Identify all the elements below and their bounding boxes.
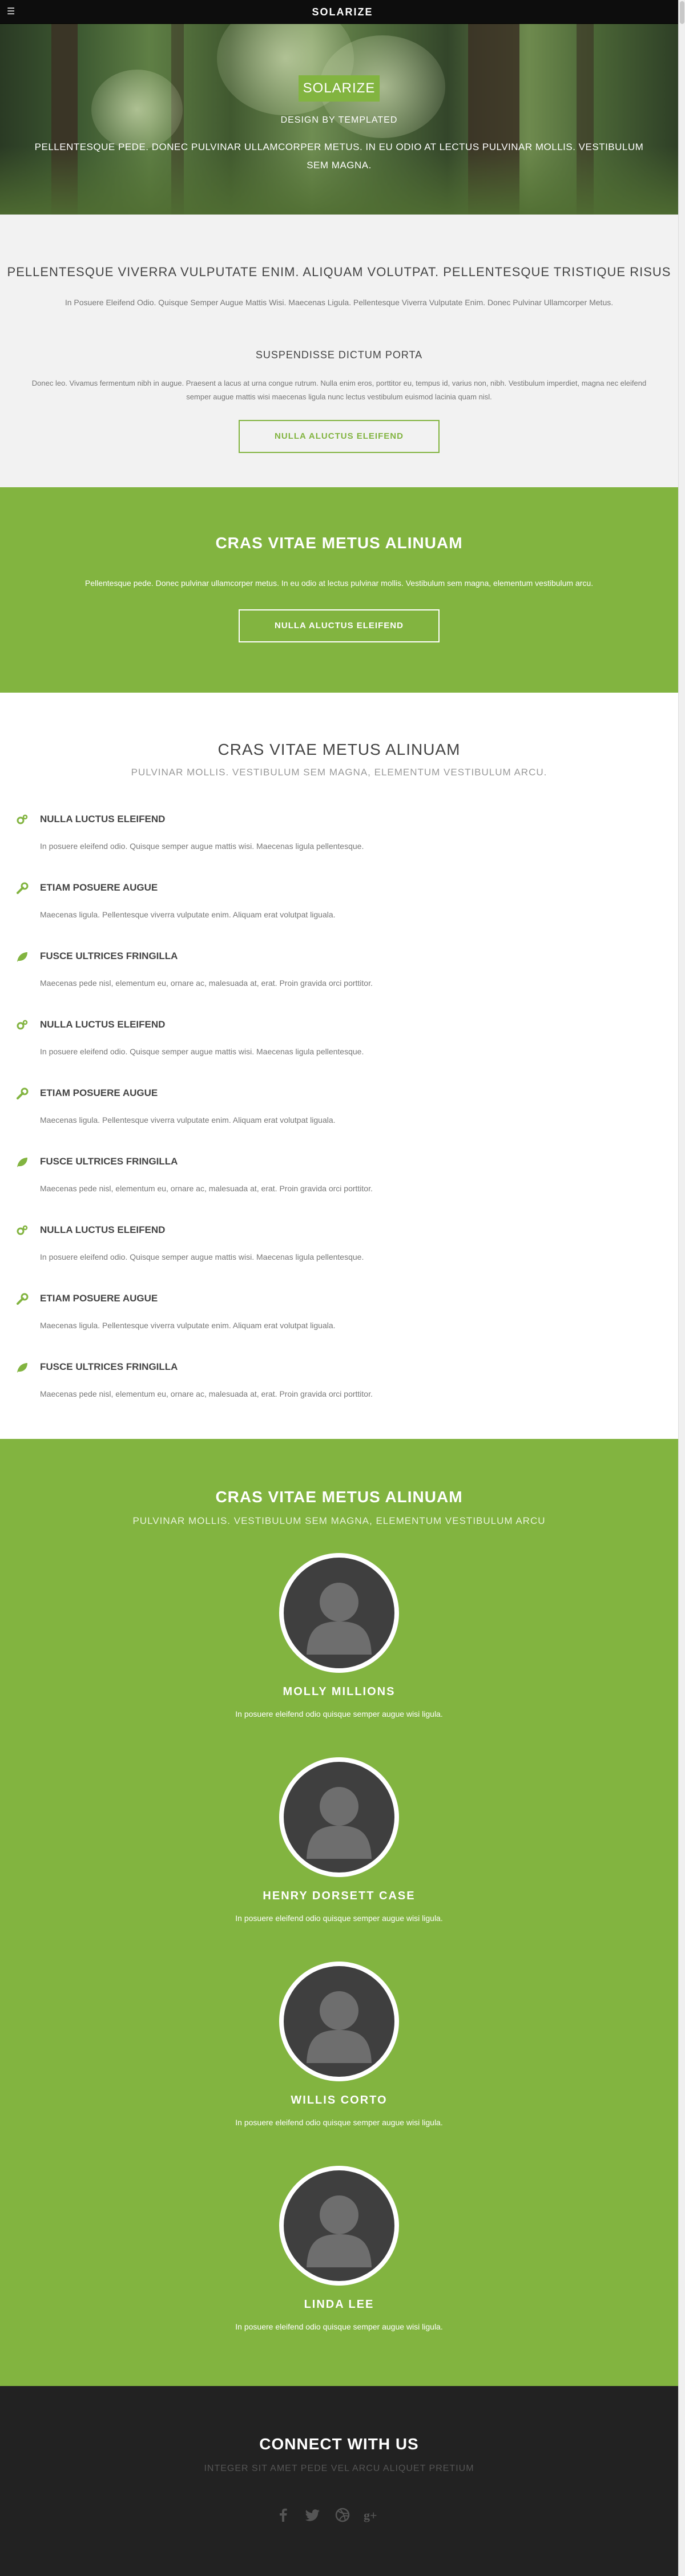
member-name: WILLIS CORTO (291, 2094, 388, 2106)
feature-title: NULLA LUCTUS ELEIFEND (40, 1224, 166, 1235)
avatar (279, 1757, 399, 1877)
wrench-icon (17, 1087, 29, 1099)
user-silhouette-icon (307, 1787, 372, 1859)
intro-subtext: In Posuere Eleifend Odio. Quisque Semper… (65, 298, 614, 307)
feature-text: Maecenas pede nisl, elementum eu, ornare… (40, 1389, 373, 1398)
member-name: LINDA LEE (304, 2298, 374, 2311)
leaf-icon (17, 1363, 27, 1373)
wrench-icon (17, 882, 29, 894)
feature-item: ETIAM POSUERE AUGUE Maecenas ligula. Pel… (16, 1086, 644, 1143)
leaf-icon (17, 1158, 27, 1167)
avatar (279, 1553, 399, 1673)
cogs-icon (17, 1225, 28, 1235)
scrollbar-thumb[interactable] (680, 1, 684, 24)
feature-item: FUSCE ULTRICES FRINGILLA Maecenas pede n… (16, 1360, 644, 1417)
cta-text: Pellentesque pede. Donec pulvinar ullamc… (84, 579, 594, 588)
feature-item: ETIAM POSUERE AUGUE Maecenas ligula. Pel… (16, 881, 644, 938)
feature-item: NULLA LUCTUS ELEIFEND In posuere eleifen… (16, 1018, 644, 1075)
team-member: MOLLY MILLIONS In posuere eleifend odio … (0, 1553, 678, 1747)
feature-item: ETIAM POSUERE AUGUE Maecenas ligula. Pel… (16, 1292, 644, 1349)
features-section: CRAS VITAE METUS ALINUAM PULVINAR MOLLIS… (0, 693, 678, 1439)
avatar (279, 2166, 399, 2286)
member-text: In posuere eleifend odio quisque semper … (235, 2322, 443, 2331)
feature-title: NULLA LUCTUS ELEIFEND (40, 1019, 166, 1030)
cta-section: CRAS VITAE METUS ALINUAM Pellentesque pe… (0, 487, 678, 693)
facebook-icon[interactable] (273, 2505, 293, 2525)
feature-item: NULLA LUCTUS ELEIFEND In posuere eleifen… (16, 1223, 644, 1280)
feature-text: In posuere eleifend odio. Quisque semper… (40, 1252, 364, 1261)
feature-title: ETIAM POSUERE AUGUE (40, 882, 158, 893)
member-name: HENRY DORSETT CASE (263, 1890, 416, 1902)
cogs-icon (17, 814, 28, 824)
user-silhouette-icon (307, 1991, 372, 2063)
avatar (279, 1962, 399, 2081)
feature-title: FUSCE ULTRICES FRINGILLA (40, 1156, 178, 1167)
team-subheading: PULVINAR MOLLIS. VESTIBULUM SEM MAGNA, E… (132, 1515, 546, 1526)
hero-banner: SOLARIZE DESIGN BY TEMPLATED PELLENTESQU… (0, 24, 678, 215)
intro-section: PELLENTESQUE VIVERRA VULPUTATE ENIM. ALI… (0, 215, 678, 487)
intro-subsection-text: Donec leo. Vivamus fermentum nibh in aug… (31, 379, 647, 401)
footer: CONNECT WITH US INTEGER SIT AMET PEDE VE… (0, 2386, 678, 2576)
features-subheading: PULVINAR MOLLIS. VESTIBULUM SEM MAGNA, E… (131, 767, 547, 778)
page: ☰ SOLARIZE SOLARIZE DESIGN BY TEMPLATED … (0, 0, 685, 2576)
hero-light-spot (91, 70, 183, 149)
feature-title: FUSCE ULTRICES FRINGILLA (40, 1361, 178, 1372)
feature-item: FUSCE ULTRICES FRINGILLA Maecenas pede n… (16, 1155, 644, 1212)
wrench-icon (17, 1293, 29, 1305)
top-navbar: ☰ SOLARIZE (0, 0, 685, 24)
team-member: HENRY DORSETT CASE In posuere eleifend o… (0, 1757, 678, 1951)
feature-item: FUSCE ULTRICES FRINGILLA Maecenas pede n… (16, 949, 644, 1006)
hero-blurb: PELLENTESQUE PEDE. DONEC PULVINAR ULLAMC… (34, 141, 644, 171)
team-member: WILLIS CORTO In posuere eleifend odio qu… (0, 1962, 678, 2156)
cta-button[interactable]: NULLA ALUCTUS ELEIFEND (239, 609, 440, 642)
svg-text:g+: g+ (364, 2508, 377, 2522)
member-text: In posuere eleifend odio quisque semper … (235, 1709, 443, 1718)
page-scrollbar[interactable] (678, 0, 685, 2576)
member-text: In posuere eleifend odio quisque semper … (235, 2118, 443, 2127)
feature-title: ETIAM POSUERE AUGUE (40, 1087, 158, 1098)
feature-text: Maecenas pede nisl, elementum eu, ornare… (40, 1184, 373, 1193)
footer-subtext: INTEGER SIT AMET PEDE VEL ARCU ALIQUET P… (204, 2464, 474, 2473)
dribbble-icon[interactable] (332, 2505, 353, 2525)
hero-logo: SOLARIZE (299, 75, 380, 102)
feature-text: Maecenas pede nisl, elementum eu, ornare… (40, 978, 373, 988)
google-plus-icon[interactable]: g+ (362, 2505, 382, 2525)
navbar-brand[interactable]: SOLARIZE (0, 0, 685, 24)
leaf-icon (17, 952, 27, 962)
features-heading: CRAS VITAE METUS ALINUAM (217, 741, 461, 758)
cta-heading: CRAS VITAE METUS ALINUAM (215, 534, 463, 552)
footer-heading: CONNECT WITH US (259, 2435, 419, 2453)
feature-text: Maecenas ligula. Pellentesque viverra vu… (40, 1115, 336, 1125)
intro-heading: PELLENTESQUE VIVERRA VULPUTATE ENIM. ALI… (7, 265, 671, 279)
team-section: CRAS VITAE METUS ALINUAM PULVINAR MOLLIS… (0, 1439, 678, 2386)
feature-text: Maecenas ligula. Pellentesque viverra vu… (40, 910, 336, 919)
cogs-icon (17, 1020, 28, 1030)
feature-title: NULLA LUCTUS ELEIFEND (40, 814, 166, 824)
feature-item: NULLA LUCTUS ELEIFEND In posuere eleifen… (16, 812, 644, 870)
hero-tagline: DESIGN BY TEMPLATED (280, 115, 398, 125)
user-silhouette-icon (307, 1583, 372, 1655)
member-text: In posuere eleifend odio quisque semper … (235, 1914, 443, 1923)
feature-text: In posuere eleifend odio. Quisque semper… (40, 842, 364, 851)
user-silhouette-icon (307, 2195, 372, 2267)
feature-title: FUSCE ULTRICES FRINGILLA (40, 951, 178, 961)
twitter-icon[interactable] (303, 2505, 323, 2525)
feature-title: ETIAM POSUERE AUGUE (40, 1293, 158, 1304)
team-heading: CRAS VITAE METUS ALINUAM (215, 1488, 463, 1506)
intro-cta-button[interactable]: NULLA ALUCTUS ELEIFEND (239, 420, 440, 453)
feature-text: Maecenas ligula. Pellentesque viverra vu… (40, 1321, 336, 1330)
team-member: LINDA LEE In posuere eleifend odio quisq… (0, 2166, 678, 2360)
member-name: MOLLY MILLIONS (283, 1685, 396, 1698)
feature-text: In posuere eleifend odio. Quisque semper… (40, 1047, 364, 1056)
intro-subsection-title: SUSPENDISSE DICTUM PORTA (255, 349, 423, 361)
